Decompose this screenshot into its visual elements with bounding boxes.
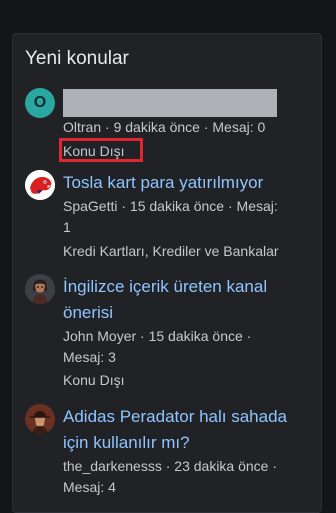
panel-title: Yeni konular: [25, 48, 129, 69]
red-creature-avatar[interactable]: [25, 170, 55, 200]
topic-meta-line1: SpaGetti · 15 dakika önce · Mesaj:: [63, 198, 278, 214]
topic-content: Adidas Peradator halı sahada için kullan…: [63, 404, 315, 498]
topic-meta-line1: the_darkenesss · 23 dakika önce ·: [63, 458, 278, 474]
topic-title-link-line1[interactable]: Adidas Peradator halı sahada: [63, 404, 315, 430]
topic-meta-line2: 1: [63, 219, 71, 235]
topic-content: Oltran · 9 dakika önce · Mesaj: 0 Konu D…: [59, 88, 315, 162]
dark-character-icon: [25, 274, 55, 304]
topic-content: İngilizce içerik üreten kanal önerisi Jo…: [63, 274, 315, 391]
cowboy-icon: [25, 404, 55, 434]
user-avatar[interactable]: O: [25, 88, 55, 118]
topic-meta-line1: John Moyer · 15 dakika önce ·: [63, 328, 252, 344]
topic-meta-line2: Mesaj: 3: [63, 349, 116, 365]
cowboy-avatar[interactable]: [25, 404, 55, 434]
topic-title-link-line2[interactable]: önerisi: [63, 300, 315, 326]
topic-title-link-line1[interactable]: İngilizce içerik üreten kanal: [63, 274, 315, 300]
forum-label[interactable]: Konu Dışı: [63, 370, 315, 391]
forum-label[interactable]: Kredi Kartları, Krediler ve Bankalar: [63, 241, 315, 262]
topic-meta: Oltran · 9 dakika önce · Mesaj: 0: [63, 119, 266, 135]
avatar-letter: O: [33, 94, 47, 111]
topic-title-link-line2[interactable]: için kullanılır mı?: [63, 430, 315, 456]
topic-meta-line2: Mesaj: 4: [63, 479, 116, 495]
topic-content: Tosla kart para yatırılmıyor SpaGetti · …: [63, 170, 315, 262]
forum-label[interactable]: Konu Dışı: [63, 142, 124, 160]
red-creature-icon: [25, 170, 55, 200]
dark-character-avatar[interactable]: [25, 274, 55, 304]
topic-title-link[interactable]: Tosla kart para yatırılmıyor: [63, 170, 315, 196]
new-topics-panel: Yeni konular O Oltran · 9 dakika önce · …: [12, 33, 322, 513]
redacted-topic-title[interactable]: [63, 89, 277, 117]
